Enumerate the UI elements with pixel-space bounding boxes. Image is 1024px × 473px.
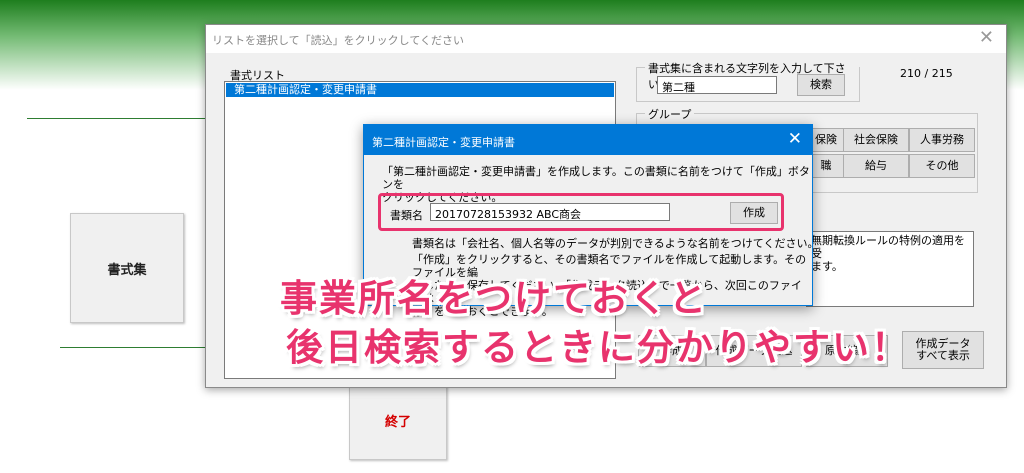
group-label: グループ — [645, 106, 695, 122]
dialog-title: 第二種計画認定・変更申請書 — [372, 136, 515, 149]
doc-name-input[interactable]: 20170728153932 ABC商会 — [430, 203, 670, 221]
description-box: 無期転換ルールの特例の適用を受 ます。 — [806, 231, 974, 307]
divider-top — [27, 118, 207, 119]
list-item[interactable]: 第二種計画認定・変更申請書 — [226, 83, 614, 97]
search-input[interactable]: 第二種 — [657, 76, 777, 94]
shoshikishu-button[interactable]: 書式集 — [70, 213, 184, 323]
divider-bottom — [60, 347, 208, 348]
group-button-shakai-hoken[interactable]: 社会保険 — [843, 128, 909, 152]
dialog-titlebar: 第二種計画認定・変更申請書 ✕ — [364, 125, 812, 155]
search-button[interactable]: 検索 — [797, 74, 845, 96]
doc-name-label: 書類名 — [390, 209, 423, 222]
overlay-caption-line1: 事業所名をつけておくと — [280, 277, 708, 320]
dialog-close-icon[interactable]: ✕ — [788, 129, 802, 149]
group-button-kyuyo[interactable]: 給与 — [843, 154, 909, 178]
exit-button[interactable]: 終了 — [349, 380, 447, 460]
overlay-caption-line2: 後日検索するときに分かりやすい！ — [286, 326, 910, 369]
search-group: 書式集に含まれる文字列を入力して下さい 第二種 検索 — [636, 60, 860, 102]
close-icon[interactable]: ✕ — [979, 27, 994, 48]
count-display: 210 / 215 — [900, 67, 953, 80]
dialog-create-button[interactable]: 作成 — [730, 202, 778, 224]
group-button-sonota[interactable]: その他 — [909, 154, 975, 178]
dialog-note-naming: 書類名は「会社名、個人名等のデータが判別できるような名前をつけてください。 — [412, 237, 819, 250]
group-button-jinji-romu[interactable]: 人事労務 — [909, 128, 975, 152]
main-window-title: リストを選択して「読込」をクリックしてください — [212, 34, 465, 47]
main-window-titlebar: リストを選択して「読込」をクリックしてください ✕ — [206, 25, 1006, 53]
show-all-data-button[interactable]: 作成データ すべて表示 — [902, 331, 984, 369]
